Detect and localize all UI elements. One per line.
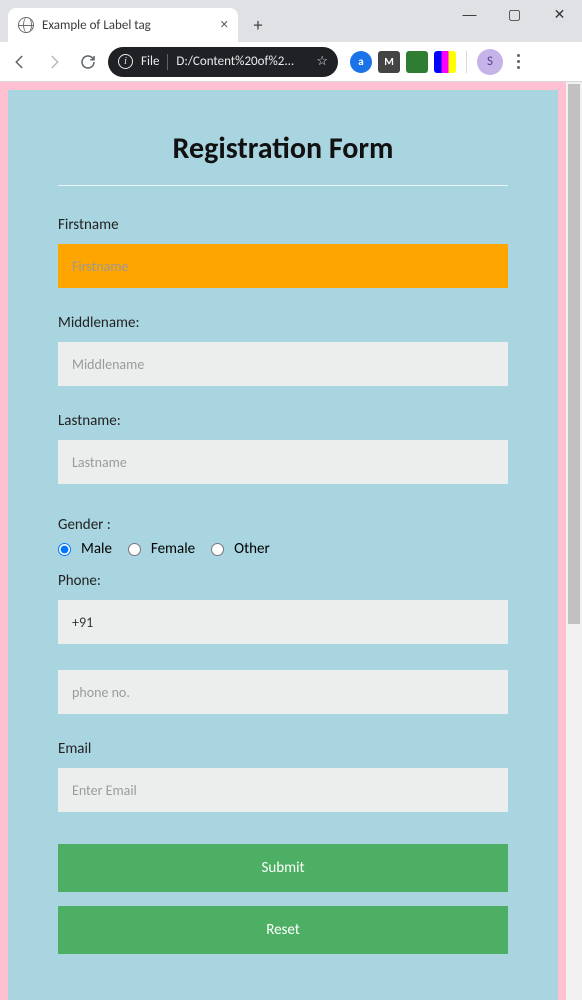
lastname-input[interactable] [58,440,508,484]
scrollbar[interactable] [566,82,582,1000]
addr-url: D:/Content%20of%2... [176,54,308,69]
close-window-button[interactable]: ✕ [537,0,582,28]
phone-number-input[interactable] [58,670,508,714]
extension-g-icon[interactable] [406,51,428,73]
extension-a-icon[interactable]: a [350,51,372,73]
addr-prefix: File [141,54,159,69]
page-content: Registration Form Firstname Middlename: … [0,82,566,1000]
bookmark-star-icon[interactable]: ☆ [316,54,328,69]
titlebar: Example of Label tag × + — ▢ ✕ [0,0,582,42]
gender-other-label[interactable]: Other [234,540,270,558]
browser-window: Example of Label tag × + — ▢ ✕ i File D:… [0,0,582,1000]
tab-close-icon[interactable]: × [221,16,228,34]
toolbar-separator [466,51,467,73]
window-controls: — ▢ ✕ [447,0,582,28]
firstname-input[interactable] [58,244,508,288]
page-title: Registration Form [58,130,508,167]
toolbar: i File D:/Content%20of%2... ☆ a M S [0,42,582,82]
maximize-button[interactable]: ▢ [492,0,537,28]
phone-prefix-input[interactable] [58,600,508,644]
gender-label: Gender : [58,516,508,534]
profile-avatar[interactable]: S [477,49,503,75]
extensions: a M S [350,49,528,75]
extension-m-icon[interactable]: M [378,51,400,73]
firstname-label: Firstname [58,216,508,234]
middlename-label: Middlename: [58,314,508,332]
tab-active[interactable]: Example of Label tag × [8,8,238,42]
outer-wrapper: Registration Form Firstname Middlename: … [0,82,566,1000]
scrollbar-thumb[interactable] [568,84,580,624]
middlename-input[interactable] [58,342,508,386]
reload-button[interactable] [74,48,102,76]
viewport: Registration Form Firstname Middlename: … [0,82,582,1000]
gender-other-radio[interactable] [211,543,224,556]
extension-color-icon[interactable] [434,51,456,73]
chrome-menu-icon[interactable] [509,54,528,69]
minimize-button[interactable]: — [447,0,492,28]
new-tab-button[interactable]: + [244,11,272,39]
lastname-label: Lastname: [58,412,508,430]
address-bar[interactable]: i File D:/Content%20of%2... ☆ [108,47,338,77]
registration-form: Registration Form Firstname Middlename: … [8,90,558,1000]
gender-female-radio[interactable] [128,543,141,556]
reset-button[interactable]: Reset [58,906,508,954]
forward-button[interactable] [40,48,68,76]
gender-radio-group: Male Female Other [58,540,508,558]
gender-female-label[interactable]: Female [151,540,195,558]
gender-male-label[interactable]: Male [81,540,112,558]
tab-strip: Example of Label tag × + [0,6,272,42]
tab-title: Example of Label tag [42,18,151,33]
gender-male-radio[interactable] [58,543,71,556]
email-label: Email [58,740,508,758]
email-input[interactable] [58,768,508,812]
phone-label: Phone: [58,572,508,590]
addr-separator [167,54,168,70]
title-divider [58,185,508,186]
globe-icon [18,17,34,33]
site-info-icon[interactable]: i [118,54,133,69]
submit-button[interactable]: Submit [58,844,508,892]
back-button[interactable] [6,48,34,76]
